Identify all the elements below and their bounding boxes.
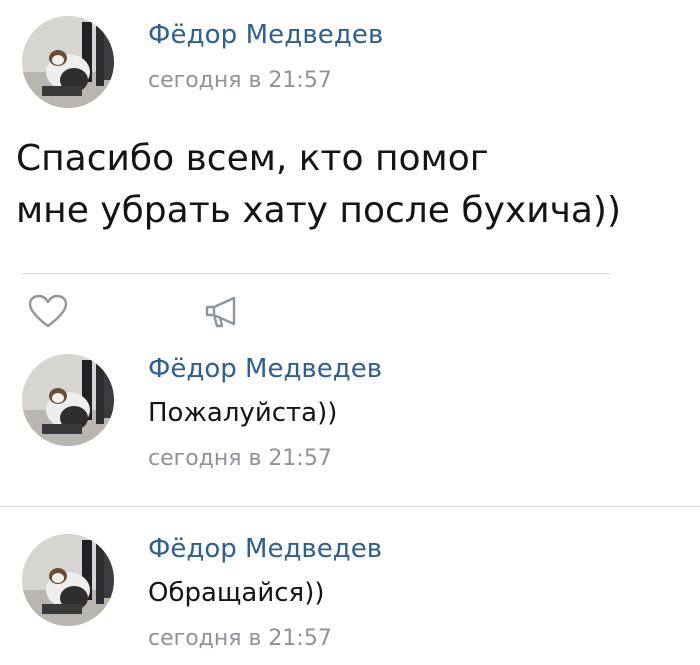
avatar-image (22, 534, 114, 626)
post-timestamp: сегодня в 21:57 (148, 68, 332, 93)
comment-text: Пожалуйста)) (148, 398, 338, 428)
post-text-line: мне убрать хату после бухича)) (16, 190, 622, 231)
share-button[interactable] (202, 293, 246, 331)
vk-post-screenshot: Фёдор Медведев сегодня в 21:57 Спасибо в… (0, 0, 700, 665)
comment: Фёдор Медведев Пожалуйста)) сегодня в 21… (22, 354, 682, 484)
comment-author-name[interactable]: Фёдор Медведев (148, 534, 382, 564)
post-header: Фёдор Медведев сегодня в 21:57 (22, 16, 682, 108)
avatar[interactable] (22, 534, 114, 626)
comment-timestamp: сегодня в 21:57 (148, 446, 332, 471)
comment: Фёдор Медведев Обращайся)) сегодня в 21:… (22, 534, 682, 664)
heart-icon (28, 294, 68, 328)
comment-timestamp: сегодня в 21:57 (148, 626, 332, 651)
post-divider (22, 273, 610, 274)
avatar[interactable] (22, 16, 114, 108)
comment-text: Обращайся)) (148, 578, 325, 608)
comment-author-name[interactable]: Фёдор Медведев (148, 354, 382, 384)
avatar[interactable] (22, 354, 114, 446)
post-text: Спасибо всем, кто помог мне убрать хату … (16, 133, 686, 237)
like-button[interactable] (26, 293, 70, 329)
comment-divider (0, 506, 700, 507)
post-text-line: Спасибо всем, кто помог (16, 138, 489, 179)
megaphone-icon (205, 296, 236, 328)
avatar-image (22, 354, 114, 446)
post-author-name[interactable]: Фёдор Медведев (148, 20, 383, 50)
avatar-image (22, 16, 114, 108)
